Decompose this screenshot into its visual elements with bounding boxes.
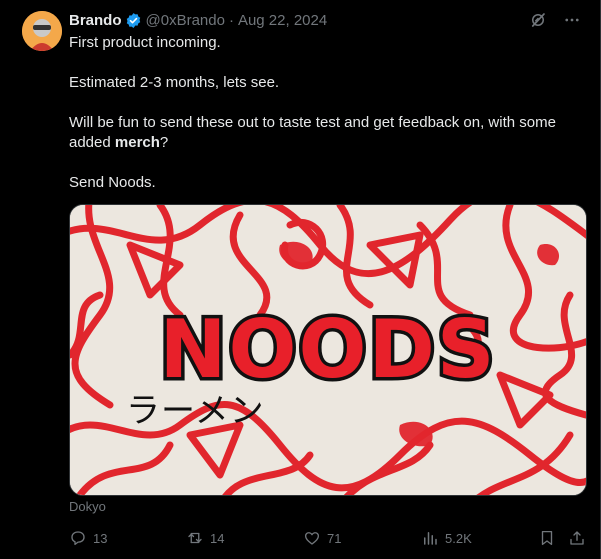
share-icon — [570, 531, 584, 545]
avatar-image — [22, 11, 62, 51]
reply-count: 13 — [93, 530, 108, 546]
share-button[interactable] — [568, 526, 586, 550]
tweet-header: Brando @0xBrando · Aug 22, 2024 — [69, 10, 327, 30]
repost-button[interactable]: 14 — [186, 526, 224, 550]
tweet-text: First product incoming. Estimated 2-3 mo… — [69, 33, 584, 193]
author-handle[interactable]: @0xBrando — [146, 12, 225, 29]
tweet-line-2: Estimated 2-3 months, lets see. — [69, 74, 280, 91]
reply-button[interactable]: 13 — [69, 526, 107, 550]
ramen-katakana: ラーメン — [126, 391, 265, 431]
separator-dot: · — [228, 11, 234, 29]
bookmark-icon — [541, 530, 553, 546]
views-icon — [424, 532, 437, 545]
tweet-media-image[interactable]: NOODS ラーメン — [69, 204, 587, 496]
grok-icon[interactable] — [529, 11, 547, 29]
views-count: 5.2K — [445, 530, 472, 546]
tweet-actions: 13 14 71 5.2K — [69, 526, 589, 550]
tweet-line-3-end: ? — [159, 134, 169, 151]
avatar[interactable] — [22, 11, 62, 51]
bookmark-button[interactable] — [538, 526, 556, 550]
like-count: 71 — [327, 530, 342, 546]
media-credit[interactable]: Dokyo — [69, 499, 106, 514]
header-actions — [529, 11, 581, 29]
like-button[interactable]: 71 — [303, 526, 341, 550]
tweet-date[interactable]: Aug 22, 2024 — [238, 12, 327, 29]
views-button[interactable]: 5.2K — [421, 526, 472, 550]
more-icon[interactable] — [563, 11, 581, 29]
tweet-line-4: Send Noods. — [69, 174, 156, 191]
tweet-line-1: First product incoming. — [69, 34, 221, 51]
tweet-line-3: Will be fun to send these out to taste t… — [69, 113, 584, 153]
merch-bold: merch — [114, 134, 160, 151]
verified-badge-icon — [126, 12, 140, 28]
reply-icon — [71, 531, 85, 546]
heart-icon — [304, 532, 320, 545]
repost-count: 14 — [210, 530, 225, 546]
author-name[interactable]: Brando — [69, 12, 122, 29]
repost-icon — [188, 532, 202, 544]
